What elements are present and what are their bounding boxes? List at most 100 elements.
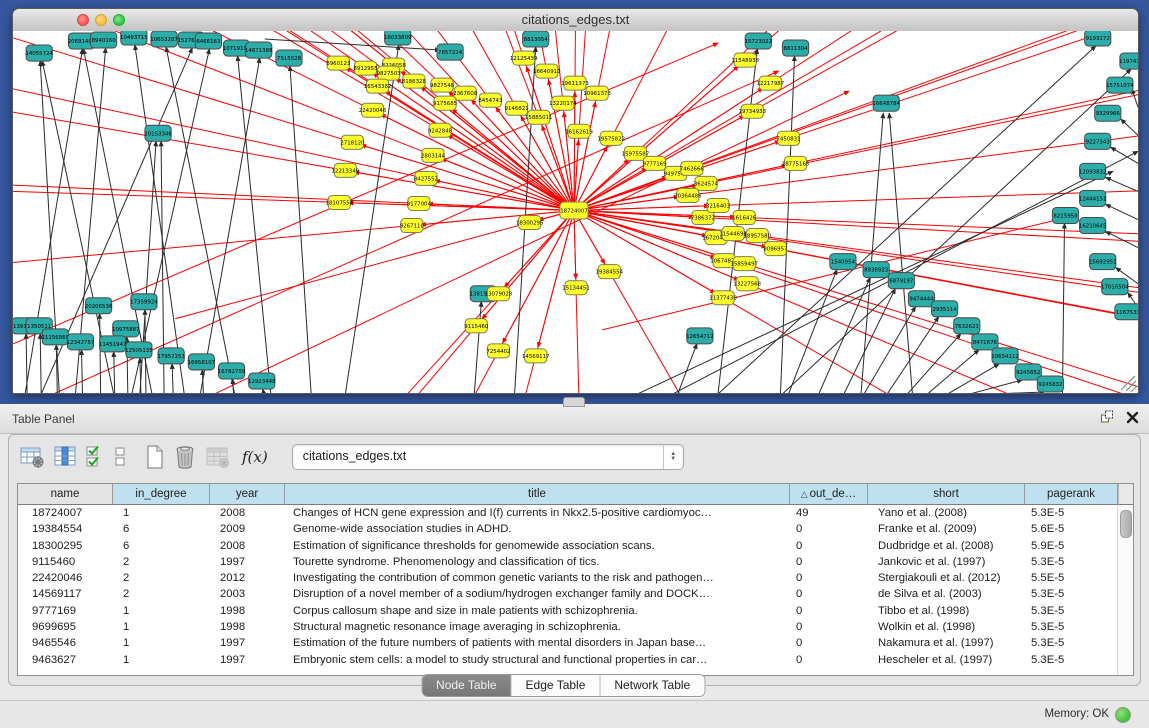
table-cell[interactable]: Yano et al. (2008) — [868, 505, 1025, 521]
table-row[interactable]: 1938455462009Genome-wide association stu… — [18, 521, 1118, 537]
table-cell[interactable]: Jankovic et al. (1997) — [868, 554, 1025, 570]
table-cell[interactable]: 1997 — [210, 554, 285, 570]
table-cell[interactable]: 9463627 — [18, 652, 113, 668]
table-cell[interactable]: 14569117 — [18, 586, 113, 602]
table-cell[interactable]: 5.3E-5 — [1025, 586, 1118, 602]
table-cell[interactable]: 2008 — [210, 505, 285, 521]
table-cell[interactable]: 0 — [790, 635, 868, 651]
table-cell[interactable]: 0 — [790, 554, 868, 570]
table-row[interactable]: 1456911722003Disruption of a novel membe… — [18, 586, 1118, 602]
table-row[interactable]: 969969511998Structural magnetic resonanc… — [18, 619, 1118, 635]
node-attribute-table[interactable]: namein_degreeyeartitle△out_de…shortpager… — [17, 483, 1134, 676]
tab-edge-table[interactable]: Edge Table — [512, 675, 601, 696]
table-cell[interactable]: 1 — [113, 603, 210, 619]
table-cell[interactable]: 5.3E-5 — [1025, 652, 1118, 668]
table-cell[interactable]: 9777169 — [18, 603, 113, 619]
table-panel-header[interactable]: Table Panel — [0, 404, 1149, 434]
table-cell[interactable]: 6 — [113, 538, 210, 554]
table-row[interactable]: 911546021997Tourette syndrome. Phenomeno… — [18, 554, 1118, 570]
table-cell[interactable]: Nakamura et al. (1997) — [868, 635, 1025, 651]
table-cell[interactable]: 1 — [113, 652, 210, 668]
table-cell[interactable]: Stergiakouli et al. (2012) — [868, 570, 1025, 586]
select-all-checkboxes-icon[interactable] — [84, 443, 106, 471]
table-cell[interactable]: Tibbo et al. (1998) — [868, 603, 1025, 619]
network-view-window[interactable]: citations_edges.txt 14055724206914068940… — [12, 8, 1139, 394]
table-cell[interactable]: 2008 — [210, 538, 285, 554]
tab-node-table[interactable]: Node Table — [422, 675, 512, 696]
table-cell[interactable]: Structural magnetic resonance image aver… — [285, 619, 790, 635]
table-cell[interactable]: 9465546 — [18, 635, 113, 651]
network-canvas[interactable]: 1405572420691406894016010493715106532871… — [13, 31, 1138, 393]
table-cell[interactable]: 1 — [113, 505, 210, 521]
table-cell[interactable]: 0 — [790, 570, 868, 586]
table-cell[interactable]: 2012 — [210, 570, 285, 586]
table-cell[interactable]: 5.3E-5 — [1025, 554, 1118, 570]
table-cell[interactable]: 49 — [790, 505, 868, 521]
table-row[interactable]: 2242004622012Investigating the contribut… — [18, 570, 1118, 586]
table-cell[interactable]: Investigating the contribution of common… — [285, 570, 790, 586]
table-cell[interactable]: 6 — [113, 521, 210, 537]
table-cell[interactable]: 0 — [790, 603, 868, 619]
function-fx-icon[interactable]: f(x) — [242, 443, 268, 471]
column-header-year[interactable]: year — [210, 484, 285, 505]
tab-network-table[interactable]: Network Table — [600, 675, 704, 696]
column-header-title[interactable]: title — [285, 484, 790, 505]
table-cell[interactable]: 5.3E-5 — [1025, 635, 1118, 651]
table-cell[interactable]: 1997 — [210, 635, 285, 651]
table-row[interactable]: 977716911998Corpus callosum shape and si… — [18, 603, 1118, 619]
table-cell[interactable]: Corpus callosum shape and size in male p… — [285, 603, 790, 619]
table-row[interactable]: 1830029562008Estimation of significance … — [18, 538, 1118, 554]
table-cell[interactable]: 2003 — [210, 586, 285, 602]
table-cell[interactable]: Disruption of a novel member of a sodium… — [285, 586, 790, 602]
float-panel-icon[interactable] — [1100, 410, 1114, 424]
table-cell[interactable]: 1 — [113, 619, 210, 635]
table-cell[interactable]: 0 — [790, 521, 868, 537]
clear-selection-icon[interactable] — [112, 443, 128, 471]
column-header-out_de[interactable]: △out_de… — [790, 484, 868, 505]
table-cell[interactable]: 0 — [790, 619, 868, 635]
delete-trash-icon[interactable] — [172, 443, 198, 471]
table-cell[interactable]: Estimation of the future numbers of pati… — [285, 635, 790, 651]
table-cell[interactable]: 2 — [113, 570, 210, 586]
delete-table-icon[interactable] — [204, 443, 230, 471]
column-chooser-icon[interactable] — [52, 443, 78, 471]
table-cell[interactable]: 1997 — [210, 652, 285, 668]
table-cell[interactable]: 18300295 — [18, 538, 113, 554]
table-cell[interactable]: Embryonic stem cells: a model to study s… — [285, 652, 790, 668]
table-cell[interactable]: Franke et al. (2009) — [868, 521, 1025, 537]
table-cell[interactable]: 0 — [790, 586, 868, 602]
table-cell[interactable]: Changes of HCN gene expression and I(f) … — [285, 505, 790, 521]
scrollbar-thumb[interactable] — [1120, 510, 1132, 538]
table-cell[interactable]: 1998 — [210, 619, 285, 635]
column-header-name[interactable]: name — [18, 484, 113, 505]
column-header-short[interactable]: short — [868, 484, 1025, 505]
panel-drag-handle[interactable] — [563, 397, 585, 407]
table-cell[interactable]: 5.3E-5 — [1025, 603, 1118, 619]
table-row[interactable]: 946554611997Estimation of the future num… — [18, 635, 1118, 651]
table-settings-icon[interactable] — [19, 443, 46, 471]
column-header-in_degree[interactable]: in_degree — [113, 484, 210, 505]
table-cell[interactable]: de Silva et al. (2003) — [868, 586, 1025, 602]
table-row[interactable]: 1872400712008Changes of HCN gene express… — [18, 505, 1118, 521]
table-cell[interactable]: 5.3E-5 — [1025, 505, 1118, 521]
table-cell[interactable]: 9115460 — [18, 554, 113, 570]
memory-status-indicator-icon[interactable] — [1115, 707, 1131, 723]
table-cell[interactable]: 5.5E-5 — [1025, 570, 1118, 586]
vertical-scrollbar[interactable] — [1117, 505, 1133, 675]
table-cell[interactable]: 5.3E-5 — [1025, 619, 1118, 635]
new-document-icon[interactable] — [144, 443, 166, 471]
close-panel-icon[interactable] — [1126, 411, 1139, 424]
network-canvas-container[interactable]: 1405572420691406894016010493715106532871… — [13, 31, 1138, 393]
table-cell[interactable]: Genome-wide association studies in ADHD. — [285, 521, 790, 537]
table-cell[interactable]: 2 — [113, 586, 210, 602]
table-cell[interactable]: Wolkin et al. (1998) — [868, 619, 1025, 635]
network-table-selector[interactable]: citations_edges.txt ▲▼ — [292, 444, 684, 470]
table-cell[interactable]: Estimation of significance thresholds fo… — [285, 538, 790, 554]
table-cell[interactable]: 1998 — [210, 603, 285, 619]
table-cell[interactable]: 2009 — [210, 521, 285, 537]
column-header-pagerank[interactable]: pagerank — [1025, 484, 1118, 505]
table-cell[interactable]: Hescheler et al. (1997) — [868, 652, 1025, 668]
table-cell[interactable]: 19384554 — [18, 521, 113, 537]
table-cell[interactable]: 2 — [113, 554, 210, 570]
window-titlebar[interactable]: citations_edges.txt — [13, 9, 1138, 32]
